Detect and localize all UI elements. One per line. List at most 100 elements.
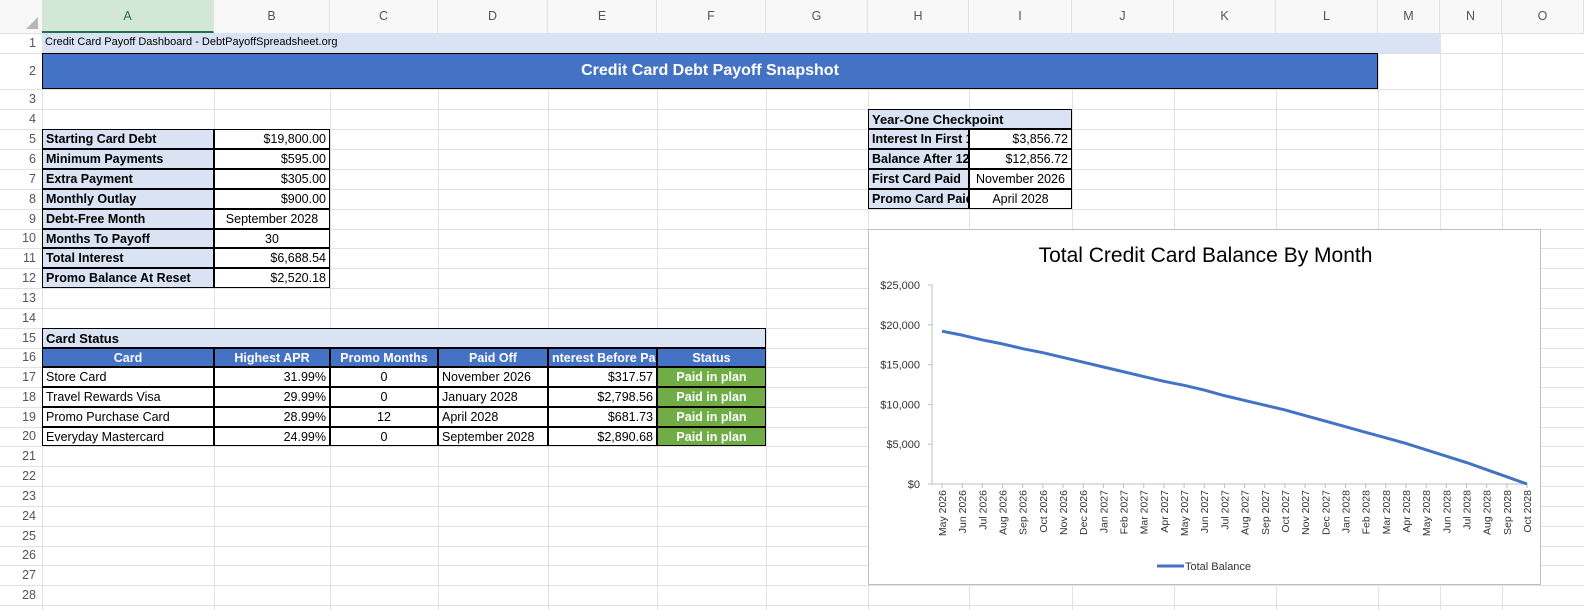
card-cell[interactable]: 31.99% — [214, 367, 330, 387]
summary-value[interactable]: $305.00 — [214, 169, 330, 189]
checkpoint-label[interactable]: Interest In First 1 — [868, 129, 969, 149]
card-cell[interactable]: $317.57 — [548, 367, 657, 387]
row-header-1[interactable]: 1 — [0, 33, 40, 53]
card-status-title[interactable]: Card Status — [42, 328, 766, 348]
status-badge[interactable]: Paid in plan — [657, 427, 766, 446]
row-header-18[interactable]: 18 — [0, 387, 40, 407]
card-cell[interactable]: Everyday Mastercard — [42, 427, 214, 446]
summary-label[interactable]: Total Interest — [42, 248, 214, 268]
row-header-16[interactable]: 16 — [0, 348, 40, 367]
checkpoint-label[interactable]: Balance After 12 — [868, 149, 969, 169]
column-header-h[interactable]: H — [868, 0, 969, 33]
card-status-header[interactable]: Card — [42, 348, 214, 367]
row-header-10[interactable]: 10 — [0, 229, 40, 248]
row-header-5[interactable]: 5 — [0, 129, 40, 149]
row-header-27[interactable]: 27 — [0, 565, 40, 585]
card-status-header[interactable]: Paid Off — [438, 348, 548, 367]
card-cell[interactable]: 12 — [330, 407, 438, 427]
checkpoint-label[interactable]: First Card Paid — [868, 169, 969, 189]
summary-value[interactable]: $900.00 — [214, 189, 330, 209]
column-header-d[interactable]: D — [438, 0, 548, 33]
row-header-2[interactable]: 2 — [0, 53, 40, 89]
row-header-11[interactable]: 11 — [0, 248, 40, 268]
row-header-28[interactable]: 28 — [0, 585, 40, 605]
card-cell[interactable]: Promo Purchase Card — [42, 407, 214, 427]
row-header-20[interactable]: 20 — [0, 427, 40, 446]
row-header-21[interactable]: 21 — [0, 446, 40, 466]
row-header-25[interactable]: 25 — [0, 526, 40, 546]
card-cell[interactable]: 29.99% — [214, 387, 330, 407]
row-header-4[interactable]: 4 — [0, 109, 40, 129]
summary-value[interactable]: $6,688.54 — [214, 248, 330, 268]
summary-label[interactable]: Promo Balance At Reset — [42, 268, 214, 288]
row-header-9[interactable]: 9 — [0, 209, 40, 229]
column-header-c[interactable]: C — [330, 0, 438, 33]
column-header-l[interactable]: L — [1276, 0, 1378, 33]
column-header-i[interactable]: I — [969, 0, 1072, 33]
row-header-24[interactable]: 24 — [0, 506, 40, 526]
card-cell[interactable]: $681.73 — [548, 407, 657, 427]
row-header-14[interactable]: 14 — [0, 308, 40, 328]
card-cell[interactable]: 0 — [330, 387, 438, 407]
card-status-header[interactable]: Promo Months — [330, 348, 438, 367]
row-header-15[interactable]: 15 — [0, 328, 40, 348]
column-header-g[interactable]: G — [766, 0, 868, 33]
status-badge[interactable]: Paid in plan — [657, 367, 766, 387]
summary-value[interactable]: $19,800.00 — [214, 129, 330, 149]
summary-label[interactable]: Months To Payoff — [42, 229, 214, 248]
row-header-22[interactable]: 22 — [0, 466, 40, 486]
column-header-b[interactable]: B — [214, 0, 330, 33]
card-cell[interactable]: November 2026 — [438, 367, 548, 387]
row-header-26[interactable]: 26 — [0, 546, 40, 565]
card-cell[interactable]: 28.99% — [214, 407, 330, 427]
column-header-f[interactable]: F — [657, 0, 766, 33]
card-cell[interactable]: April 2028 — [438, 407, 548, 427]
dashboard-title[interactable]: Credit Card Debt Payoff Snapshot — [42, 53, 1378, 89]
column-header-n[interactable]: N — [1440, 0, 1502, 33]
checkpoint-value[interactable]: $12,856.72 — [969, 149, 1072, 169]
card-cell[interactable]: 0 — [330, 427, 438, 446]
summary-value[interactable]: 30 — [214, 229, 330, 248]
summary-label[interactable]: Debt-Free Month — [42, 209, 214, 229]
balance-chart[interactable]: Total Credit Card Balance By Month $25,00… — [868, 229, 1541, 585]
card-status-header[interactable]: nterest Before Payo — [548, 348, 657, 367]
column-header-m[interactable]: M — [1378, 0, 1440, 33]
summary-label[interactable]: Monthly Outlay — [42, 189, 214, 209]
card-cell[interactable]: 24.99% — [214, 427, 330, 446]
select-all-corner[interactable] — [0, 0, 42, 33]
row-header-13[interactable]: 13 — [0, 288, 40, 308]
card-status-header[interactable]: Highest APR — [214, 348, 330, 367]
checkpoint-value[interactable]: November 2026 — [969, 169, 1072, 189]
checkpoint-value[interactable]: $3,856.72 — [969, 129, 1072, 149]
checkpoint-label[interactable]: Promo Card Paid — [868, 189, 969, 209]
summary-value[interactable]: $2,520.18 — [214, 268, 330, 288]
card-cell[interactable]: 0 — [330, 367, 438, 387]
card-cell[interactable]: $2,890.68 — [548, 427, 657, 446]
checkpoint-title[interactable]: Year-One Checkpoint — [868, 109, 1072, 129]
column-header-e[interactable]: E — [548, 0, 657, 33]
card-cell[interactable]: Travel Rewards Visa — [42, 387, 214, 407]
summary-value[interactable]: September 2028 — [214, 209, 330, 229]
row-header-3[interactable]: 3 — [0, 89, 40, 109]
card-cell[interactable]: January 2028 — [438, 387, 548, 407]
card-cell[interactable]: September 2028 — [438, 427, 548, 446]
summary-label[interactable]: Minimum Payments — [42, 149, 214, 169]
card-cell[interactable]: $2,798.56 — [548, 387, 657, 407]
column-header-o[interactable]: O — [1502, 0, 1584, 33]
column-header-j[interactable]: J — [1072, 0, 1174, 33]
summary-label[interactable]: Extra Payment — [42, 169, 214, 189]
row-header-12[interactable]: 12 — [0, 268, 40, 288]
card-status-header[interactable]: Status — [657, 348, 766, 367]
row-header-23[interactable]: 23 — [0, 486, 40, 506]
card-cell[interactable]: Store Card — [42, 367, 214, 387]
row-header-8[interactable]: 8 — [0, 189, 40, 209]
checkpoint-value[interactable]: April 2028 — [969, 189, 1072, 209]
row-header-6[interactable]: 6 — [0, 149, 40, 169]
status-badge[interactable]: Paid in plan — [657, 407, 766, 427]
column-header-k[interactable]: K — [1174, 0, 1276, 33]
row-header-19[interactable]: 19 — [0, 407, 40, 427]
status-badge[interactable]: Paid in plan — [657, 387, 766, 407]
summary-label[interactable]: Starting Card Debt — [42, 129, 214, 149]
banner-cell[interactable]: Credit Card Payoff Dashboard - DebtPayof… — [42, 33, 1440, 53]
row-header-7[interactable]: 7 — [0, 169, 40, 189]
